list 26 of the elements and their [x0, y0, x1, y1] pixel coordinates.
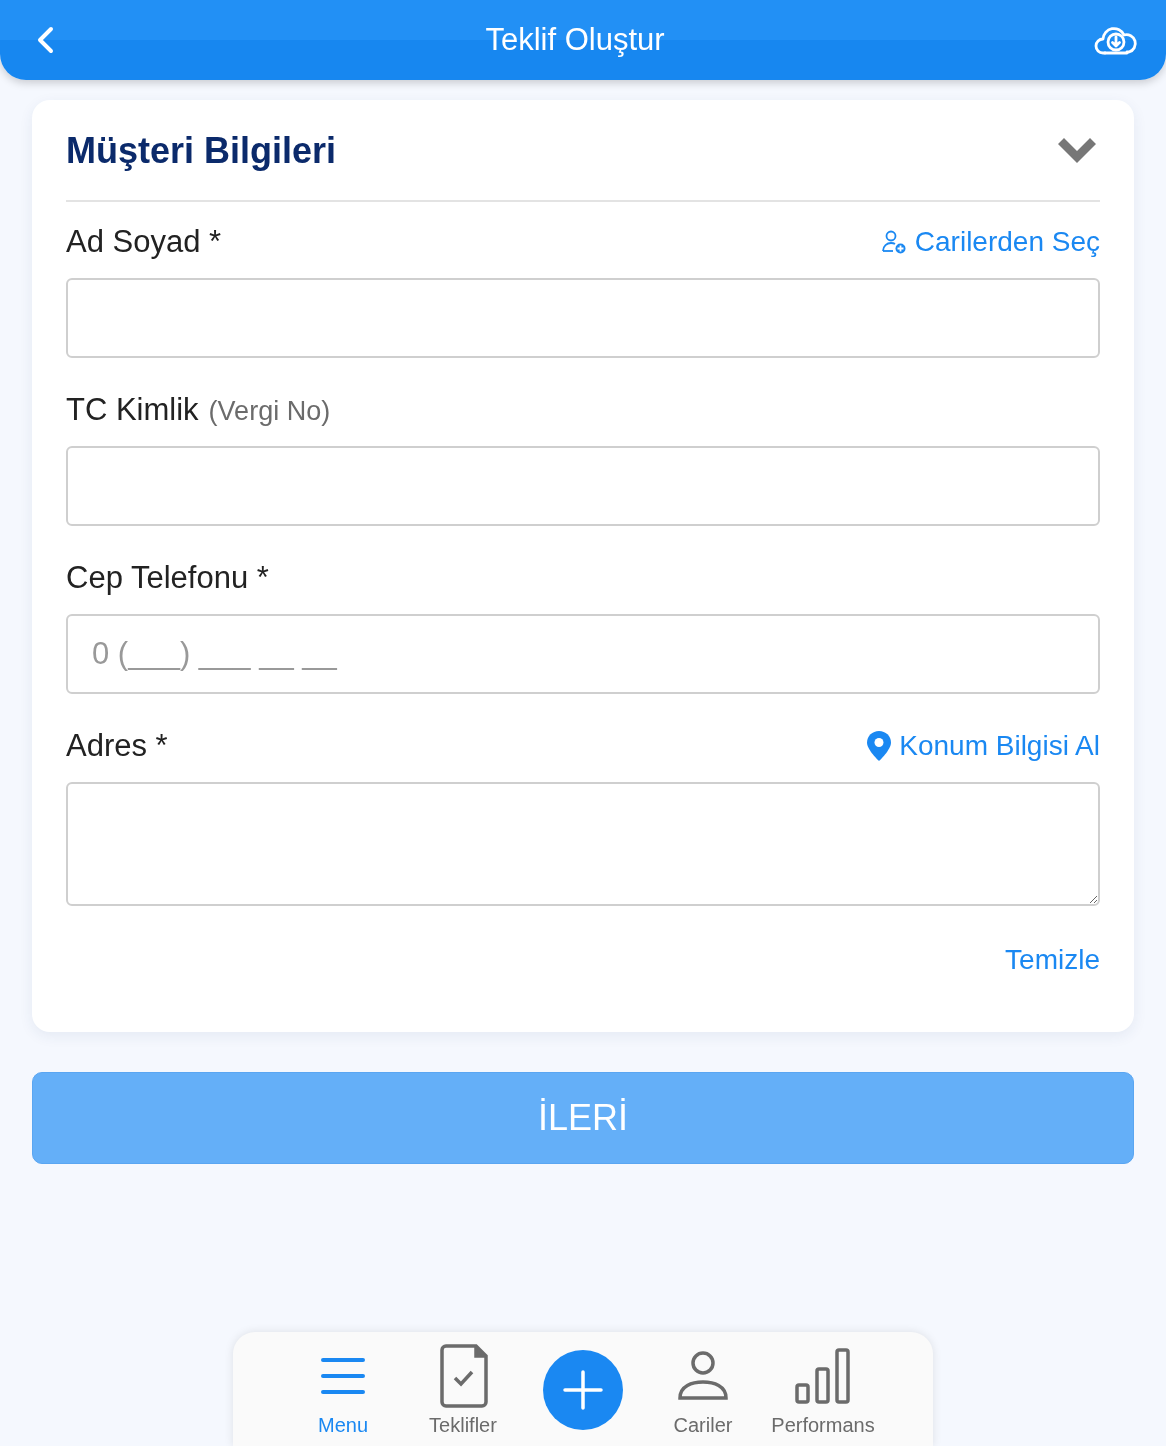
cloud-download-icon [1094, 24, 1138, 56]
document-check-icon [438, 1344, 488, 1408]
input-field[interactable] [66, 446, 1100, 526]
user-icon [677, 1350, 729, 1402]
field-label: TC Kimlik (Vergi No) [66, 392, 331, 428]
clear-link[interactable]: Temizle [1005, 944, 1100, 976]
page-title: Teklif Oluştur [485, 22, 665, 58]
input-field[interactable]: 0 (___) ___ __ __ [66, 614, 1100, 694]
field-label: Ad Soyad * [66, 224, 222, 260]
chevron-icon [1058, 138, 1096, 164]
bar-chart-icon [794, 1347, 852, 1405]
input-field[interactable] [66, 278, 1100, 358]
field-label: Cep Telefonu * [66, 560, 269, 596]
location-pin-icon [867, 731, 892, 761]
nav-tab[interactable]: Teklifler [403, 1342, 523, 1437]
field-label: Adres * [66, 728, 168, 764]
plus-icon [563, 1370, 603, 1410]
nav-tab[interactable]: Performans [763, 1342, 883, 1437]
field-action-link[interactable]: Konum Bilgisi Al [867, 730, 1100, 762]
nav-tab[interactable]: Menu [283, 1342, 403, 1437]
nav-tab[interactable]: Cariler [643, 1342, 763, 1437]
user-add-icon [880, 229, 907, 255]
menu-icon [320, 1356, 366, 1396]
field-action-link[interactable]: Carilerden Seç [880, 226, 1100, 258]
section-title: Müşteri Bilgileri [66, 130, 337, 172]
input-field[interactable] [66, 782, 1100, 906]
